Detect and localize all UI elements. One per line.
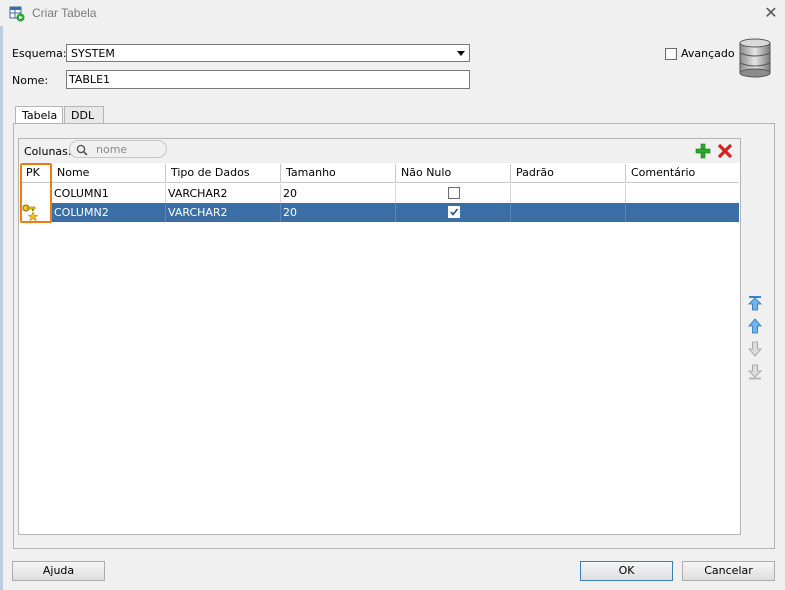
default-cell[interactable] <box>511 184 626 203</box>
name-label: Nome: <box>12 74 49 87</box>
header-name[interactable]: Nome <box>52 164 166 183</box>
remove-column-icon[interactable] <box>717 143 733 159</box>
data-type-cell[interactable]: VARCHAR2 <box>166 184 281 203</box>
header-comment[interactable]: Comentário <box>626 164 739 183</box>
close-icon[interactable]: ✕ <box>762 4 780 22</box>
advanced-label: Avançado <box>681 47 735 60</box>
move-up-icon[interactable] <box>747 318 763 334</box>
create-table-icon <box>9 6 25 22</box>
window-title: Criar Tabela <box>32 6 97 20</box>
schema-select[interactable]: SYSTEM <box>66 44 470 62</box>
chevron-down-icon <box>457 51 465 56</box>
columns-label: Colunas: <box>24 145 72 158</box>
help-button[interactable]: Ajuda <box>12 561 105 581</box>
size-cell[interactable]: 20 <box>281 184 396 203</box>
size-cell[interactable]: 20 <box>281 203 396 222</box>
header-default[interactable]: Padrão <box>511 164 626 183</box>
comment-cell[interactable] <box>626 203 739 222</box>
search-placeholder: nome <box>96 143 128 156</box>
column-name-cell[interactable]: COLUMN1 <box>52 184 166 203</box>
data-type-cell[interactable]: VARCHAR2 <box>166 203 281 222</box>
search-icon <box>76 144 88 156</box>
column-name-cell[interactable]: COLUMN2 <box>52 203 166 222</box>
pk-column-highlight <box>20 163 52 223</box>
tab-ddl[interactable]: DDL <box>64 106 104 124</box>
table-name-input[interactable]: TABLE1 <box>66 70 470 89</box>
title-bar <box>0 0 785 26</box>
not-null-cell[interactable] <box>396 184 511 203</box>
table-name-value: TABLE1 <box>69 73 111 86</box>
header-not-null[interactable]: Não Nulo <box>396 164 511 183</box>
ok-button[interactable]: OK <box>580 561 673 581</box>
add-column-icon[interactable] <box>695 143 711 159</box>
table-row[interactable]: COLUMN1 VARCHAR2 20 <box>21 184 739 203</box>
database-icon <box>739 38 771 78</box>
not-null-checkbox[interactable] <box>448 187 460 199</box>
advanced-checkbox[interactable] <box>665 48 677 60</box>
not-null-checkbox[interactable] <box>448 206 460 218</box>
background-window-edge <box>0 0 3 590</box>
check-icon <box>450 208 459 216</box>
schema-label: Esquema: <box>12 47 67 60</box>
header-size[interactable]: Tamanho <box>281 164 396 183</box>
move-top-icon[interactable] <box>747 295 763 311</box>
header-data-type[interactable]: Tipo de Dados <box>166 164 281 183</box>
cancel-button[interactable]: Cancelar <box>682 561 775 581</box>
table-row-selected[interactable]: COLUMN2 VARCHAR2 20 <box>21 203 739 222</box>
schema-value: SYSTEM <box>71 47 115 60</box>
move-down-icon[interactable] <box>747 341 763 357</box>
not-null-cell[interactable] <box>396 203 511 222</box>
move-bottom-icon[interactable] <box>747 364 763 380</box>
columns-search-input[interactable]: nome <box>69 140 167 158</box>
default-cell[interactable] <box>511 203 626 222</box>
comment-cell[interactable] <box>626 184 739 203</box>
